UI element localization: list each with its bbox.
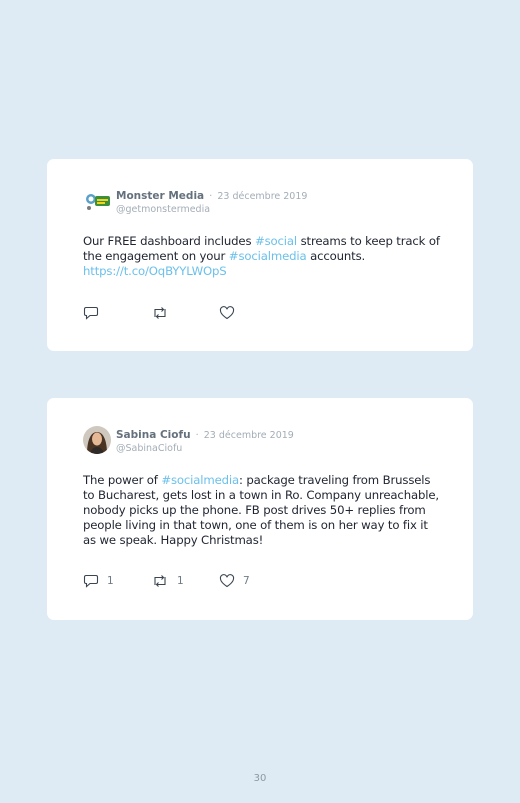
author-name[interactable]: Monster Media (116, 190, 204, 202)
tweet-card: Monster Media · 23 décembre 2019 @getmon… (47, 159, 473, 351)
page-number: 30 (253, 773, 267, 784)
retweet-icon (154, 575, 166, 587)
hashtag-link[interactable]: #socialmedia (161, 473, 239, 487)
tweet-actions: 1 1 7 (83, 574, 287, 588)
reply-icon (83, 574, 99, 588)
url-link[interactable]: https://t.co/OqBYYLWOpS (83, 264, 227, 278)
retweet-count: 1 (177, 575, 184, 587)
monster-media-avatar[interactable] (83, 187, 111, 215)
separator: · (195, 430, 199, 441)
like-count: 7 (243, 575, 250, 587)
tweet-header: Sabina Ciofu · 23 décembre 2019 @SabinaC… (83, 426, 294, 455)
tweet-text-part: The power of (83, 473, 162, 487)
tweet-text-part: Our FREE dashboard includes (83, 234, 255, 248)
like-icon (219, 306, 235, 320)
sabina-ciofu-avatar[interactable] (83, 426, 111, 454)
tweet-actions (83, 306, 287, 320)
like-icon (219, 574, 235, 588)
tweet-text-part: accounts. (306, 249, 366, 263)
reply-button[interactable] (83, 306, 151, 320)
hashtag-link[interactable]: #social (255, 234, 297, 248)
retweet-button[interactable] (151, 306, 219, 320)
author-handle[interactable]: @SabinaCiofu (116, 442, 294, 455)
tweet-date[interactable]: 23 décembre 2019 (217, 191, 307, 202)
reply-count: 1 (107, 575, 114, 587)
tweet-text: The power of #socialmedia: package trave… (83, 473, 443, 548)
tweet-card: Sabina Ciofu · 23 décembre 2019 @SabinaC… (47, 398, 473, 620)
retweet-button[interactable]: 1 (151, 574, 219, 588)
reply-icon (83, 306, 99, 320)
like-button[interactable] (219, 306, 287, 320)
tweet-meta: Sabina Ciofu · 23 décembre 2019 @SabinaC… (116, 426, 294, 455)
reply-button[interactable]: 1 (83, 574, 151, 588)
tweet-meta: Monster Media · 23 décembre 2019 @getmon… (116, 187, 307, 216)
tweet-date[interactable]: 23 décembre 2019 (204, 430, 294, 441)
author-name[interactable]: Sabina Ciofu (116, 429, 191, 441)
tweet-text: Our FREE dashboard includes #social stre… (83, 234, 443, 279)
like-button[interactable]: 7 (219, 574, 287, 588)
author-handle[interactable]: @getmonstermedia (116, 203, 307, 216)
retweet-icon (154, 307, 166, 319)
tweet-header: Monster Media · 23 décembre 2019 @getmon… (83, 187, 307, 216)
separator: · (209, 191, 213, 202)
hashtag-link[interactable]: #socialmedia (229, 249, 307, 263)
